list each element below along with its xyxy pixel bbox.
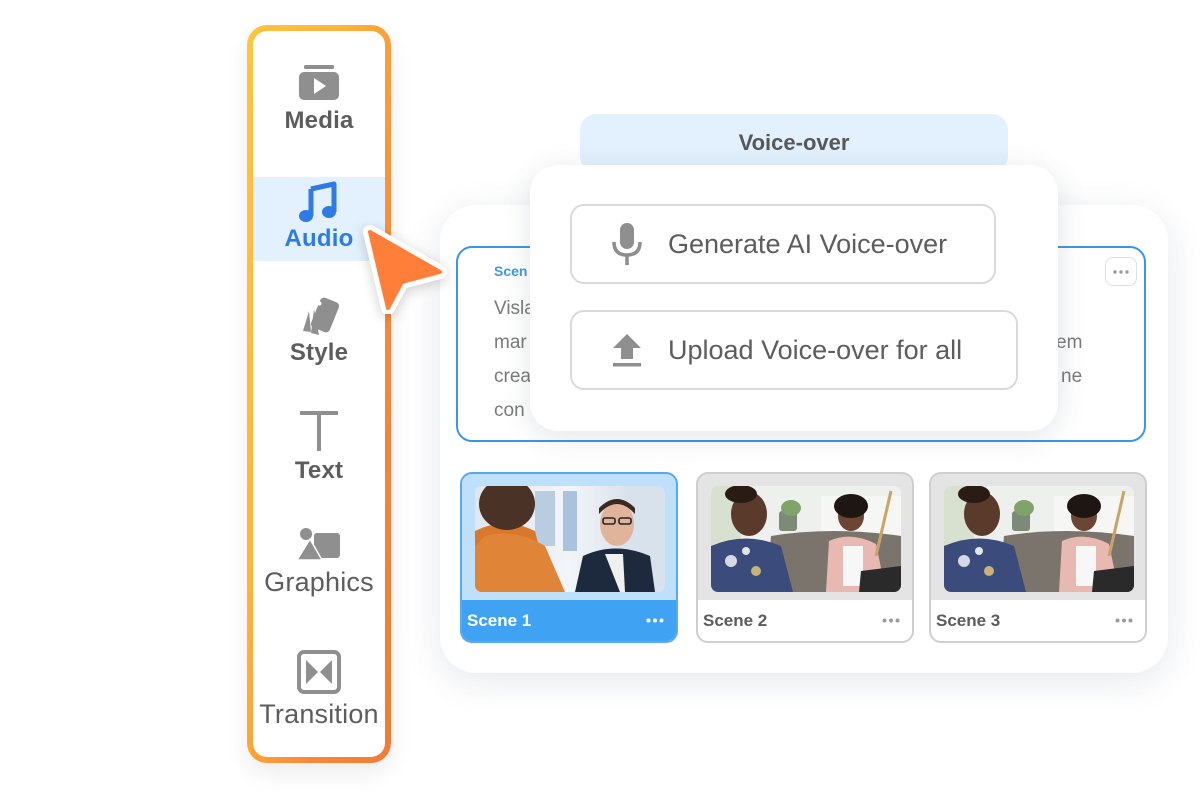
text-t-icon	[300, 411, 338, 451]
toolbar-item-label: Media	[284, 107, 354, 134]
toolbar-item-style[interactable]: Style	[253, 295, 385, 385]
generate-ai-voiceover-button[interactable]: Generate AI Voice-over	[570, 204, 996, 284]
scene-thumbnail-3[interactable]: Scene 3	[929, 472, 1147, 643]
toolbar-item-label: Style	[289, 339, 349, 366]
toolbar-item-graphics[interactable]: Graphics	[253, 527, 385, 627]
music-note-icon	[299, 181, 337, 222]
scene-name: Scene 2	[703, 610, 768, 630]
scene-footer: Scene 1	[462, 600, 676, 641]
more-horizontal-icon	[1113, 269, 1129, 274]
toolbar-item-label: Graphics	[264, 567, 374, 597]
toolbar-item-media[interactable]: Media	[253, 65, 385, 155]
script-more-button[interactable]	[1105, 257, 1137, 286]
scene-thumbnail-1[interactable]: Scene 1	[460, 472, 678, 643]
generate-ai-voiceover-label: Generate AI Voice-over	[668, 228, 948, 259]
more-horizontal-icon[interactable]	[882, 618, 900, 623]
media-play-icon	[299, 65, 339, 100]
microphone-icon	[612, 223, 642, 265]
toolbar-item-label: Text	[294, 457, 344, 484]
transition-bowtie-icon	[297, 650, 341, 694]
toolbar-item-label: Transition	[259, 699, 379, 729]
toolbar-item-label: Audio	[284, 225, 354, 252]
shapes-icon	[296, 528, 340, 561]
upload-voiceover-label: Upload Voice-over for all	[668, 334, 963, 365]
stage: Media Audio Style Text Graphics Transiti…	[0, 0, 1200, 800]
scene-image	[711, 486, 901, 592]
toolbar-item-audio[interactable]: Audio	[253, 177, 385, 261]
scene-thumbnail-2[interactable]: Scene 2	[696, 472, 914, 643]
voiceover-tab[interactable]: Voice-over	[580, 114, 1008, 172]
scene-footer: Scene 2	[698, 600, 912, 641]
scene-image	[944, 486, 1134, 592]
toolbar-highlight-frame: Media Audio Style Text Graphics Transiti…	[247, 25, 391, 763]
upload-icon	[613, 334, 641, 367]
more-horizontal-icon[interactable]	[1115, 618, 1133, 623]
style-swatch-icon	[303, 297, 340, 335]
toolbar-item-text[interactable]: Text	[253, 409, 385, 499]
side-toolbar: Media Audio Style Text Graphics Transiti…	[253, 31, 385, 757]
scene-footer: Scene 3	[931, 600, 1145, 641]
scene-image	[475, 486, 665, 592]
toolbar-item-transition[interactable]: Transition	[253, 649, 385, 749]
scene-name: Scene 1	[467, 610, 532, 630]
more-horizontal-icon[interactable]	[646, 618, 664, 623]
voiceover-popup: Generate AI Voice-over Upload Voice-over…	[530, 165, 1058, 431]
scene-script-label: Scen	[494, 263, 528, 279]
scene-name: Scene 3	[936, 610, 1001, 630]
upload-voiceover-button[interactable]: Upload Voice-over for all	[570, 310, 1018, 390]
